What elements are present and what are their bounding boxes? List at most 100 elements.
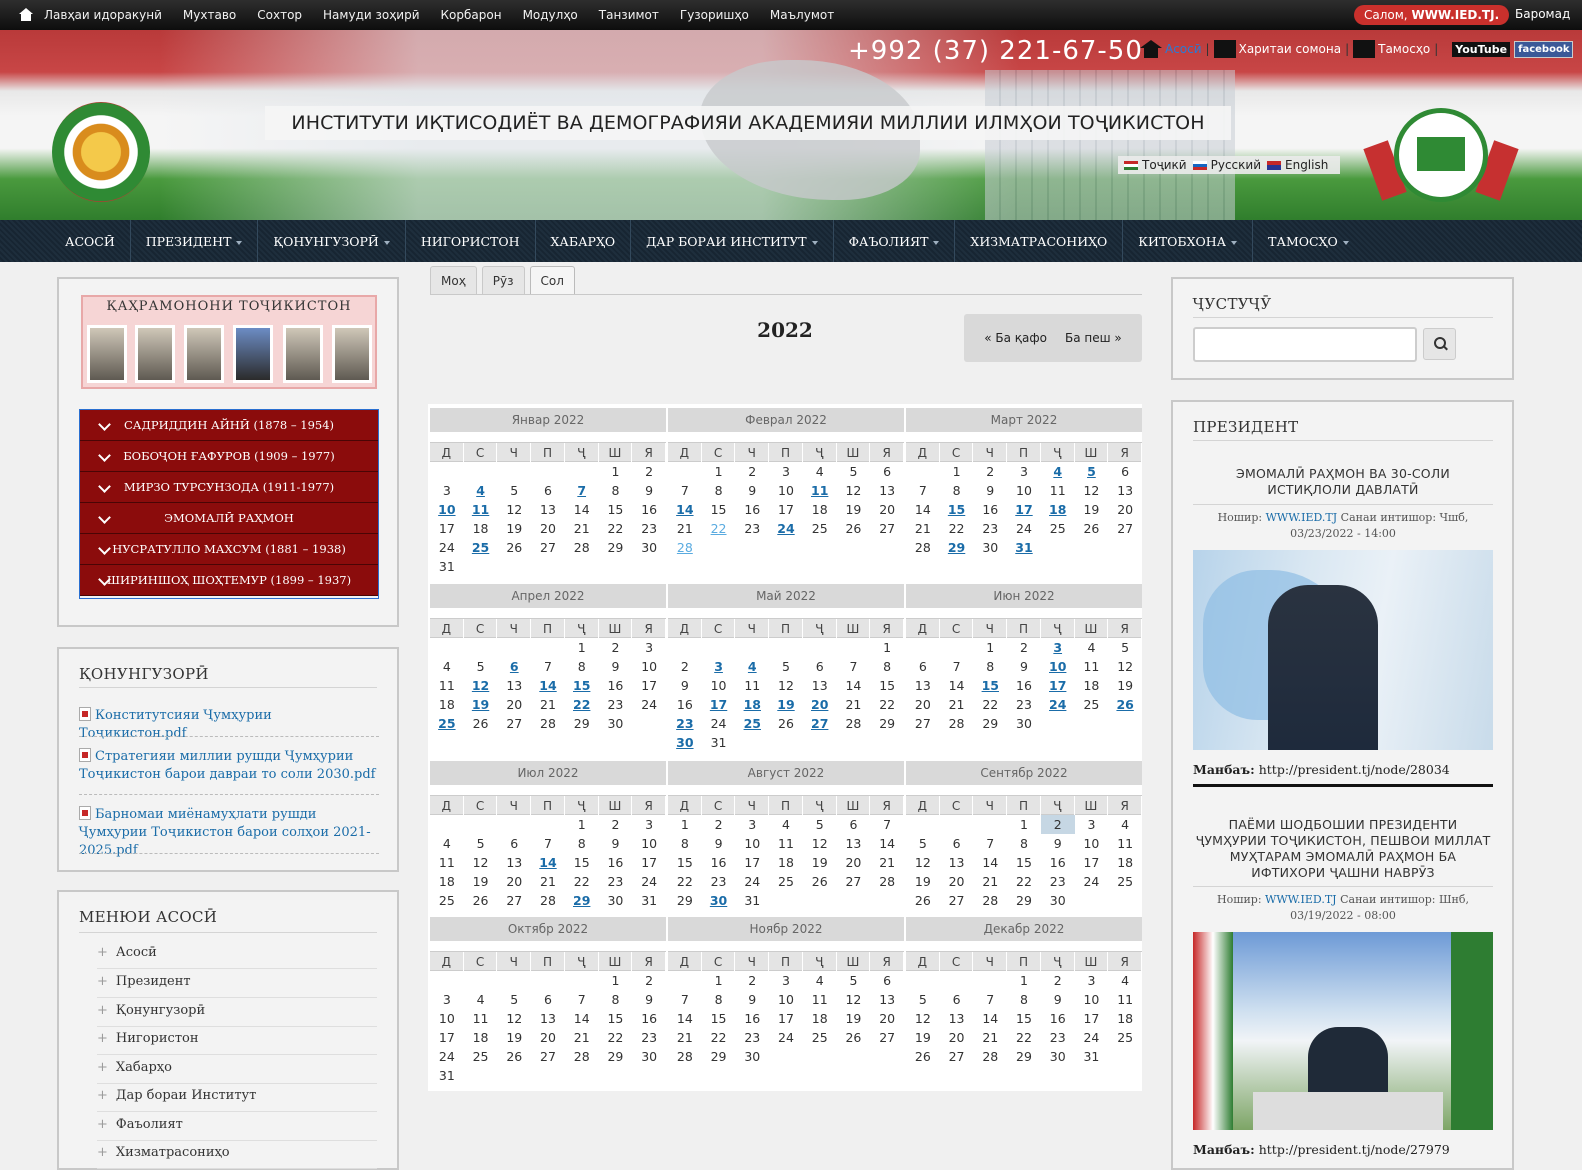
- day-event-link[interactable]: 17: [702, 695, 736, 714]
- day-event-link[interactable]: 22: [702, 519, 736, 538]
- lang-english[interactable]: English: [1267, 158, 1328, 172]
- day-event-link[interactable]: 24: [769, 519, 803, 538]
- day-event-link[interactable]: 24: [1041, 695, 1075, 714]
- day-event-link[interactable]: 25: [464, 538, 498, 557]
- day-event-link[interactable]: 28: [668, 538, 702, 557]
- month-title[interactable]: Декабр 2022: [906, 917, 1142, 941]
- admin-item-modules[interactable]: Модулҳо: [523, 8, 578, 22]
- menu-item-legislation[interactable]: Қонунгузорӣ: [97, 998, 377, 1027]
- lang-tajik[interactable]: Тоҷикӣ: [1124, 158, 1187, 172]
- nav-about[interactable]: ДАР БОРАИ ИНСТИТУТ: [631, 220, 834, 262]
- month-title[interactable]: Январ 2022: [430, 408, 666, 432]
- day-event-link[interactable]: 10: [1041, 657, 1075, 676]
- admin-item-help[interactable]: Маълумот: [770, 8, 834, 22]
- next-year-button[interactable]: Ба пеш »: [1065, 331, 1122, 345]
- day-event-link[interactable]: 11: [464, 500, 498, 519]
- month-title[interactable]: Май 2022: [668, 584, 904, 608]
- admin-item-content[interactable]: Мухтаво: [183, 8, 236, 22]
- hero-accordion-item[interactable]: НУСРАТУЛЛО МАХСУМ (1881 – 1938): [80, 534, 378, 565]
- contacts-link[interactable]: Тамосҳо: [1378, 42, 1430, 56]
- facebook-icon[interactable]: facebook: [1514, 40, 1574, 58]
- news-image[interactable]: [1193, 550, 1493, 750]
- day-event-link[interactable]: 23: [668, 714, 702, 733]
- month-title[interactable]: Июн 2022: [906, 584, 1142, 608]
- day-event-link[interactable]: 29: [940, 538, 974, 557]
- admin-item-people[interactable]: Корбарон: [441, 8, 502, 22]
- lang-russian[interactable]: Русский: [1192, 158, 1261, 172]
- logout-link[interactable]: Баромад: [1515, 7, 1570, 21]
- day-event-link[interactable]: 20: [803, 695, 837, 714]
- day-event-link[interactable]: 15: [973, 676, 1007, 695]
- day-event-link[interactable]: 26: [1108, 695, 1142, 714]
- day-event-link[interactable]: 14: [531, 676, 565, 695]
- day-event-link[interactable]: 7: [565, 481, 599, 500]
- nav-legislation[interactable]: ҚОНУНГУЗОРӢ: [258, 220, 406, 262]
- menu-item-services[interactable]: Хизматрасониҳо: [97, 1140, 377, 1169]
- day-event-link[interactable]: 22: [565, 695, 599, 714]
- month-title[interactable]: Сентябр 2022: [906, 761, 1142, 785]
- tab-year[interactable]: Сол: [529, 266, 575, 294]
- sitemap-icon[interactable]: [1213, 40, 1236, 58]
- pdf-document-link[interactable]: Конститутсияи Ҷумҳурии Тоҷикистон.pdf: [79, 707, 379, 743]
- nav-activity[interactable]: ФАЪОЛИЯТ: [834, 220, 956, 262]
- youtube-icon[interactable]: YouTube: [1452, 41, 1511, 57]
- prev-year-button[interactable]: « Ба қафо: [984, 331, 1047, 345]
- nav-gallery[interactable]: НИГОРИСТОН: [406, 220, 536, 262]
- day-event-link[interactable]: 11: [803, 481, 837, 500]
- month-title[interactable]: Октябр 2022: [430, 917, 666, 941]
- hero-accordion-item[interactable]: САДРИДДИН АЙНӢ (1878 – 1954): [80, 410, 378, 441]
- month-title[interactable]: Август 2022: [668, 761, 904, 785]
- sitemap-link[interactable]: Харитаи сомона: [1239, 42, 1341, 56]
- admin-item-appearance[interactable]: Намуди зоҳирӣ: [323, 8, 419, 22]
- menu-item-news[interactable]: Хабарҳо: [97, 1055, 377, 1084]
- day-event-link[interactable]: 31: [1007, 538, 1041, 557]
- pdf-document-link[interactable]: Стратегияи миллии рушди Ҷумҳурии Тоҷикис…: [79, 748, 379, 784]
- search-input[interactable]: [1193, 327, 1417, 362]
- menu-item-president[interactable]: Президент: [97, 969, 377, 998]
- month-title[interactable]: Феврал 2022: [668, 408, 904, 432]
- admin-item-reports[interactable]: Гузоришҳо: [680, 8, 749, 22]
- nav-library[interactable]: КИТОБХОНА: [1123, 220, 1254, 262]
- day-event-link[interactable]: 18: [1041, 500, 1075, 519]
- user-greeting-badge[interactable]: Салом, WWW.IED.TJ.: [1354, 5, 1510, 25]
- day-event-link[interactable]: 19: [769, 695, 803, 714]
- day-event-link[interactable]: 4: [1041, 462, 1075, 481]
- day-event-link[interactable]: 25: [430, 714, 464, 733]
- admin-item-dashboard[interactable]: Лавҳаи идоракунӣ: [44, 8, 162, 22]
- day-event-link[interactable]: 30: [702, 891, 736, 910]
- hero-accordion-item[interactable]: БОБОҶОН ҒАФУРОВ (1909 – 1977): [80, 441, 378, 472]
- heroes-banner[interactable]: ҚАҲРАМОНОНИ ТОҶИКИСТОН: [81, 295, 377, 389]
- nav-services[interactable]: ХИЗМАТРАСОНИҲО: [955, 220, 1124, 262]
- news-title-link[interactable]: ПАЁМИ ШОДБОШИИ ПРЕЗИДЕНТИ ҶУМҲУРИИ ТОҶИК…: [1193, 817, 1493, 881]
- hero-accordion-item[interactable]: МИРЗО ТУРСУНЗОДА (1911-1977): [80, 472, 378, 503]
- day-event-link[interactable]: 30: [668, 733, 702, 752]
- day-event-link[interactable]: 15: [940, 500, 974, 519]
- day-event-link[interactable]: 25: [735, 714, 769, 733]
- home-link[interactable]: Асосӣ: [1165, 42, 1202, 56]
- admin-item-config[interactable]: Танзимот: [599, 8, 659, 22]
- news-title-link[interactable]: ЭМОМАЛӢ РАҲМОН ВА 30-СОЛИ ИСТИҚЛОЛИ ДАВЛ…: [1193, 466, 1493, 498]
- nav-contacts[interactable]: ТАМОСҲО: [1253, 220, 1364, 262]
- day-event-link[interactable]: 3: [702, 657, 736, 676]
- nav-news[interactable]: ХАБАРҲО: [536, 220, 632, 262]
- month-title[interactable]: Ноябр 2022: [668, 917, 904, 941]
- menu-item-activity[interactable]: Фаъолият: [97, 1112, 377, 1141]
- day-event-link[interactable]: 17: [1041, 676, 1075, 695]
- search-button[interactable]: [1423, 328, 1456, 360]
- day-event-link[interactable]: 3: [1041, 638, 1075, 657]
- menu-item-home[interactable]: Асосӣ: [97, 940, 377, 969]
- nav-president[interactable]: ПРЕЗИДЕНТ: [131, 220, 259, 262]
- day-event-link[interactable]: 12: [464, 676, 498, 695]
- news-image[interactable]: [1193, 932, 1493, 1130]
- menu-item-about[interactable]: Дар бораи Институт: [97, 1083, 377, 1112]
- day-event-link[interactable]: 4: [464, 481, 498, 500]
- month-title[interactable]: Июл 2022: [430, 761, 666, 785]
- tab-month[interactable]: Моҳ: [430, 266, 477, 294]
- day-event-link[interactable]: 5: [1075, 462, 1109, 481]
- day-event-link[interactable]: 29: [565, 891, 599, 910]
- home-icon[interactable]: [1140, 40, 1162, 58]
- hero-accordion-item[interactable]: ЭМОМАЛӢ РАҲМОН: [80, 503, 378, 534]
- nav-home[interactable]: АСОСӢ: [50, 220, 131, 262]
- day-event-link[interactable]: 17: [1007, 500, 1041, 519]
- day-event-link[interactable]: 15: [565, 676, 599, 695]
